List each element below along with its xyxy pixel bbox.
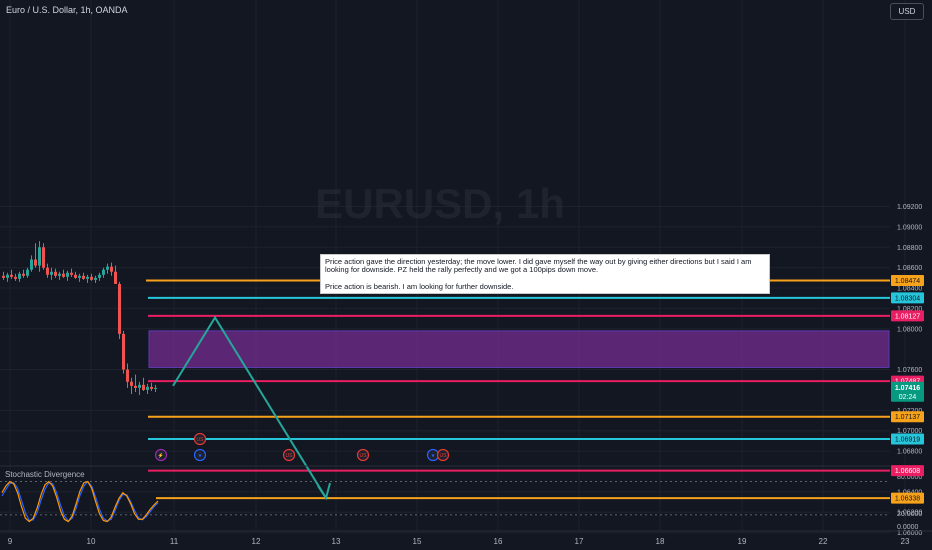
level-price-label: 1.08127 bbox=[895, 313, 920, 320]
level-price-label: 1.08304 bbox=[895, 295, 920, 302]
candle-body bbox=[118, 283, 121, 334]
candle-body bbox=[114, 271, 117, 284]
symbol-title[interactable]: Euro / U.S. Dollar, 1h, OANDA bbox=[6, 5, 128, 15]
time-tick-label: 11 bbox=[170, 537, 179, 546]
stoch-k-line bbox=[1, 480, 159, 523]
economic-events[interactable]: ⚡ ★ US US US ★ US bbox=[154, 432, 450, 462]
price-tick-label: 1.08400 bbox=[897, 286, 922, 293]
lightning-event-icon[interactable]: ⚡ bbox=[154, 448, 168, 462]
time-tick-label: 19 bbox=[738, 537, 747, 546]
candle-body bbox=[130, 381, 133, 386]
time-tick-label: 15 bbox=[413, 537, 422, 546]
time-tick-label: 9 bbox=[8, 537, 13, 546]
candle-body bbox=[10, 274, 13, 277]
text-note[interactable]: Price action gave the direction yesterda… bbox=[320, 254, 770, 294]
level-price-label: 1.06608 bbox=[895, 468, 920, 475]
candle-body bbox=[98, 274, 101, 278]
us-event-icon[interactable]: US bbox=[436, 448, 450, 462]
candlestick-series bbox=[2, 241, 157, 396]
purple-zone-rect bbox=[148, 330, 890, 369]
event-icon-glyph: US bbox=[440, 453, 448, 459]
candle-body bbox=[126, 369, 129, 382]
candle-body bbox=[102, 269, 105, 275]
level-price-label: 1.06338 bbox=[895, 496, 920, 503]
event-icon-glyph: ⚡ bbox=[158, 452, 164, 459]
time-axis[interactable]: 9 10 11 12 13 15 16 17 18 19 22 23 bbox=[0, 530, 932, 546]
candle-body bbox=[146, 386, 149, 390]
candle-body bbox=[14, 276, 17, 279]
level-price-label: 1.07137 bbox=[895, 414, 920, 421]
candle-body bbox=[138, 384, 141, 388]
price-tick-label: 1.08800 bbox=[897, 245, 922, 252]
us-event-icon[interactable]: US bbox=[356, 448, 370, 462]
candle-body bbox=[34, 259, 37, 266]
time-tick-label: 16 bbox=[494, 537, 503, 546]
us-event-icon[interactable]: US bbox=[282, 448, 296, 462]
time-tick-label: 17 bbox=[575, 537, 584, 546]
candle-body bbox=[142, 384, 145, 390]
candle-body bbox=[30, 259, 33, 270]
event-icon-glyph: ★ bbox=[198, 453, 203, 459]
candle-body bbox=[6, 274, 9, 278]
price-zone[interactable] bbox=[148, 330, 890, 369]
note-paragraph-1: Price action gave the direction yesterda… bbox=[325, 257, 752, 275]
candle-body bbox=[46, 267, 49, 275]
stochastic-pane bbox=[0, 465, 890, 523]
arrow-head bbox=[317, 482, 331, 501]
candle-body bbox=[78, 275, 81, 278]
stoch-tick-label: 0.0000 bbox=[897, 524, 919, 531]
candle-body bbox=[26, 269, 29, 276]
candle-body bbox=[90, 276, 93, 280]
candle-body bbox=[94, 277, 97, 280]
candle-body bbox=[150, 386, 153, 389]
time-tick-label: 23 bbox=[901, 537, 910, 546]
time-tick-label: 10 bbox=[87, 537, 96, 546]
candle-body bbox=[154, 387, 157, 389]
candle-body bbox=[106, 266, 109, 270]
price-tick-label: 1.09000 bbox=[897, 224, 922, 231]
candle-body bbox=[42, 247, 45, 268]
event-icon-glyph: US bbox=[360, 453, 368, 459]
price-tick-label: 1.08000 bbox=[897, 326, 922, 333]
candle-body bbox=[62, 273, 65, 277]
candle-body bbox=[38, 247, 41, 266]
candle-body bbox=[66, 272, 69, 277]
price-tick-label: 1.07600 bbox=[897, 367, 922, 374]
candle-body bbox=[2, 275, 5, 278]
currency-button[interactable]: USD bbox=[890, 3, 924, 20]
price-tick-label: 1.06800 bbox=[897, 449, 922, 456]
candle-body bbox=[18, 273, 21, 279]
note-paragraph-2: Price action is bearish. I am looking fo… bbox=[325, 281, 514, 291]
indicator-title[interactable]: Stochastic Divergence bbox=[5, 470, 85, 479]
level-price-label: 1.08474 bbox=[895, 278, 920, 285]
candle-body bbox=[50, 271, 53, 275]
candle-body bbox=[74, 274, 77, 278]
stoch-tick-label: 20.0000 bbox=[897, 511, 922, 518]
candle-body bbox=[110, 266, 113, 272]
candle-body bbox=[70, 272, 73, 275]
us-event-icon[interactable]: US bbox=[193, 432, 207, 446]
candle-body bbox=[54, 271, 57, 276]
bar-countdown-label: 02:24 bbox=[899, 394, 917, 401]
level-price-label: 1.06919 bbox=[895, 436, 920, 443]
event-icon-glyph: US bbox=[197, 437, 205, 443]
event-icon-glyph: US bbox=[286, 453, 294, 459]
candle-body bbox=[122, 333, 125, 370]
candle-body bbox=[86, 276, 89, 279]
eu-event-icon[interactable]: ★ bbox=[426, 448, 440, 462]
eu-event-icon[interactable]: ★ bbox=[193, 448, 207, 462]
time-tick-label: 13 bbox=[332, 537, 341, 546]
time-tick-label: 22 bbox=[819, 537, 828, 546]
candle-body bbox=[134, 385, 137, 388]
candle-body bbox=[82, 275, 85, 279]
price-tick-label: 1.08600 bbox=[897, 265, 922, 272]
current-price-label: 1.07416 bbox=[895, 385, 920, 392]
time-tick-label: 12 bbox=[252, 537, 261, 546]
candle-body bbox=[22, 273, 25, 276]
price-tick-label: 1.09200 bbox=[897, 204, 922, 211]
candle-body bbox=[58, 273, 61, 276]
symbol-watermark: EURUSD, 1h bbox=[315, 180, 565, 227]
event-icon-glyph: ★ bbox=[431, 453, 436, 459]
time-tick-label: 18 bbox=[656, 537, 665, 546]
